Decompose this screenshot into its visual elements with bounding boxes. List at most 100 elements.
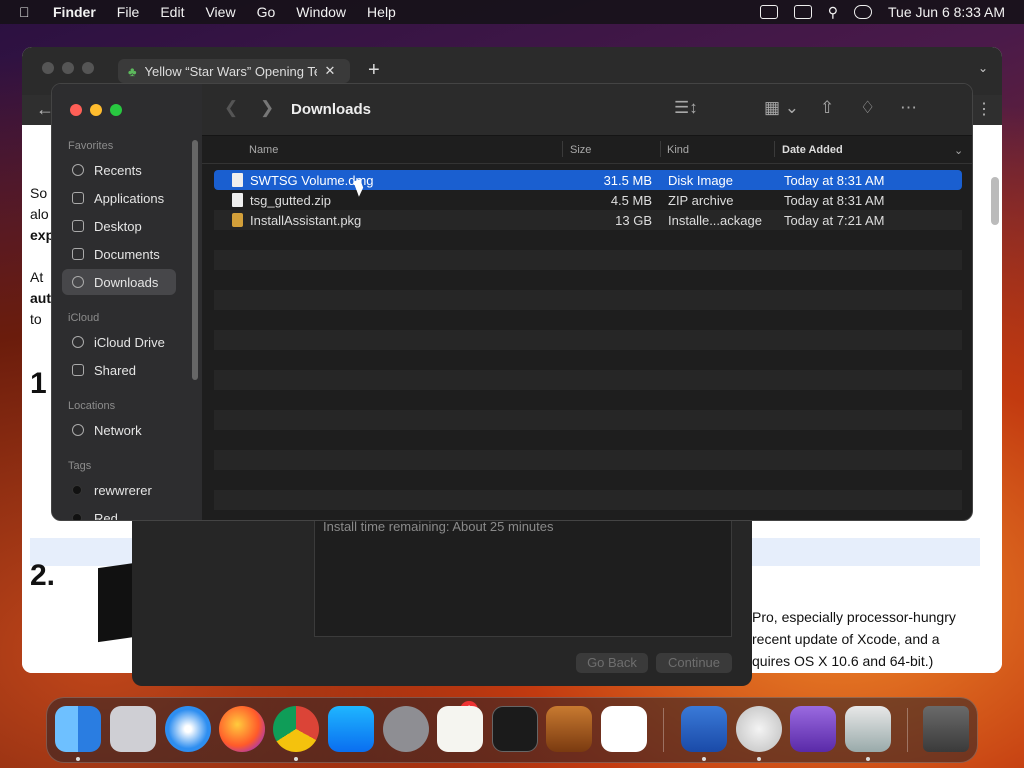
column-header: Name Size Kind Date Added ⌄	[202, 136, 972, 164]
menu-help[interactable]: Help	[367, 4, 396, 20]
sort-chevron-icon[interactable]: ⌄	[954, 144, 963, 157]
file-kind: Installe...ackage	[668, 213, 762, 228]
dock-vscode-icon[interactable]	[601, 706, 647, 752]
browser-close-button[interactable]	[42, 62, 54, 74]
column-size[interactable]: Size	[570, 144, 591, 156]
sidebar-item-recents[interactable]: Recents	[62, 157, 176, 183]
dock-chrome-icon[interactable]	[273, 706, 319, 752]
file-name: InstallAssistant.pkg	[250, 213, 362, 228]
menu-clock[interactable]: Tue Jun 6 8:33 AM	[888, 4, 1005, 20]
article-text: aut	[30, 290, 51, 306]
group-view-icon[interactable]: ▦ ⌄	[764, 98, 799, 118]
finder-sidebar: Favorites Recents Applications Desktop D…	[52, 84, 202, 521]
article-text: quires OS X 10.6 and 64-bit.)	[752, 653, 934, 669]
go-back-button[interactable]: Go Back	[576, 653, 648, 673]
dock-installer-icon[interactable]	[845, 706, 891, 752]
dock-app-store-icon[interactable]	[328, 706, 374, 752]
article-text: At	[30, 269, 44, 285]
dock-finder-icon[interactable]	[55, 706, 101, 752]
screen-share-icon[interactable]	[759, 5, 778, 19]
share-icon[interactable]: ⇧	[820, 98, 834, 118]
desktop-icon	[72, 220, 84, 232]
running-indicator	[76, 757, 80, 761]
sidebar-item-documents[interactable]: Documents	[62, 241, 176, 267]
file-date-added: Today at 8:31 AM	[784, 173, 885, 188]
sidebar-item-label: Documents	[94, 246, 160, 262]
menu-go[interactable]: Go	[257, 4, 276, 20]
sidebar-section-locations: Locations	[68, 400, 116, 412]
sidebar-item-label: Shared	[94, 362, 136, 378]
column-divider[interactable]	[660, 141, 661, 157]
sidebar-scrollbar[interactable]	[192, 140, 198, 380]
dock-textedit-icon[interactable]	[437, 706, 483, 752]
sidebar-item-network[interactable]: Network	[62, 417, 176, 443]
new-tab-icon[interactable]: +	[368, 59, 380, 82]
menu-bar:  Finder File Edit View Go Window Help ⚲…	[0, 0, 1024, 24]
menu-view[interactable]: View	[205, 4, 235, 20]
running-indicator	[294, 757, 298, 761]
dock-garageband-icon[interactable]	[546, 706, 592, 752]
tag-icon[interactable]: ♢	[860, 98, 875, 118]
stage-manager-icon[interactable]	[793, 5, 812, 19]
more-options-icon[interactable]: ⋮	[976, 99, 992, 119]
menu-file[interactable]: File	[117, 4, 140, 20]
zoom-button[interactable]	[110, 104, 122, 116]
dock-terminal-icon[interactable]	[492, 706, 538, 752]
disk-image-icon	[232, 173, 243, 187]
close-button[interactable]	[70, 104, 82, 116]
dock-firefox-icon[interactable]	[219, 706, 265, 752]
file-size: 13 GB	[615, 213, 652, 228]
spotlight-search-icon[interactable]: ⚲	[828, 4, 838, 21]
dock-migration-assistant-icon[interactable]	[681, 706, 727, 752]
dock-trash-icon[interactable]	[923, 706, 969, 752]
column-date-added[interactable]: Date Added	[782, 144, 843, 156]
control-center-icon[interactable]	[854, 5, 872, 19]
list-view-icon[interactable]: ☰↕	[674, 98, 698, 118]
column-divider[interactable]	[774, 141, 775, 157]
tab-overview-chevron-icon[interactable]: ⌄	[978, 61, 988, 75]
dock-divider	[907, 708, 908, 752]
browser-tab[interactable]: ♣ Yellow “Star Wars” Opening Te ✕	[118, 59, 350, 83]
sidebar-item-downloads[interactable]: Downloads	[62, 269, 176, 295]
sidebar-item-icloud-drive[interactable]: iCloud Drive	[62, 329, 176, 355]
table-row[interactable]: InstallAssistant.pkg 13 GB Installe...ac…	[214, 210, 962, 230]
file-date-added: Today at 7:21 AM	[784, 213, 885, 228]
forward-chevron-icon[interactable]: ❯	[260, 98, 274, 118]
table-row[interactable]: tsg_gutted.zip 4.5 MB ZIP archive Today …	[214, 190, 962, 210]
menu-finder[interactable]: Finder	[53, 4, 96, 20]
sidebar-item-label: Red	[94, 510, 118, 521]
continue-button[interactable]: Continue	[656, 653, 732, 673]
sidebar-item-tag[interactable]: rewwrerer	[62, 477, 176, 503]
sidebar-section-favorites: Favorites	[68, 140, 114, 152]
package-icon	[232, 213, 243, 227]
back-chevron-icon[interactable]: ❮	[224, 98, 238, 118]
dock-safari-icon[interactable]	[165, 706, 211, 752]
dock-launchpad-icon[interactable]	[110, 706, 156, 752]
dock-disk-utility-icon[interactable]	[790, 706, 836, 752]
browser-zoom-button[interactable]	[82, 62, 94, 74]
file-size: 31.5 MB	[603, 173, 652, 188]
table-row[interactable]: SWTSG Volume.dmg 31.5 MB Disk Image Toda…	[214, 170, 962, 190]
sidebar-item-desktop[interactable]: Desktop	[62, 213, 176, 239]
empty-row	[214, 310, 962, 330]
tab-close-icon[interactable]: ✕	[325, 63, 336, 79]
dock-system-settings-icon[interactable]	[383, 706, 429, 752]
minimize-button[interactable]	[90, 104, 102, 116]
dock-macos-installer-icon[interactable]	[736, 706, 782, 752]
applications-icon	[72, 192, 84, 204]
finder-window: Favorites Recents Applications Desktop D…	[51, 83, 973, 521]
browser-scrollbar[interactable]	[991, 177, 999, 225]
browser-minimize-button[interactable]	[62, 62, 74, 74]
sidebar-item-tag-red[interactable]: Red	[62, 505, 176, 521]
column-name[interactable]: Name	[249, 144, 278, 156]
menu-edit[interactable]: Edit	[160, 4, 184, 20]
sidebar-item-shared[interactable]: Shared	[62, 357, 176, 383]
column-kind[interactable]: Kind	[667, 144, 689, 156]
column-divider[interactable]	[562, 141, 563, 157]
menu-window[interactable]: Window	[296, 4, 346, 20]
empty-row	[214, 290, 962, 310]
file-list: SWTSG Volume.dmg 31.5 MB Disk Image Toda…	[214, 170, 962, 510]
sidebar-item-applications[interactable]: Applications	[62, 185, 176, 211]
apple-icon[interactable]: 	[19, 4, 39, 20]
more-actions-icon[interactable]: ⋯	[900, 98, 917, 118]
